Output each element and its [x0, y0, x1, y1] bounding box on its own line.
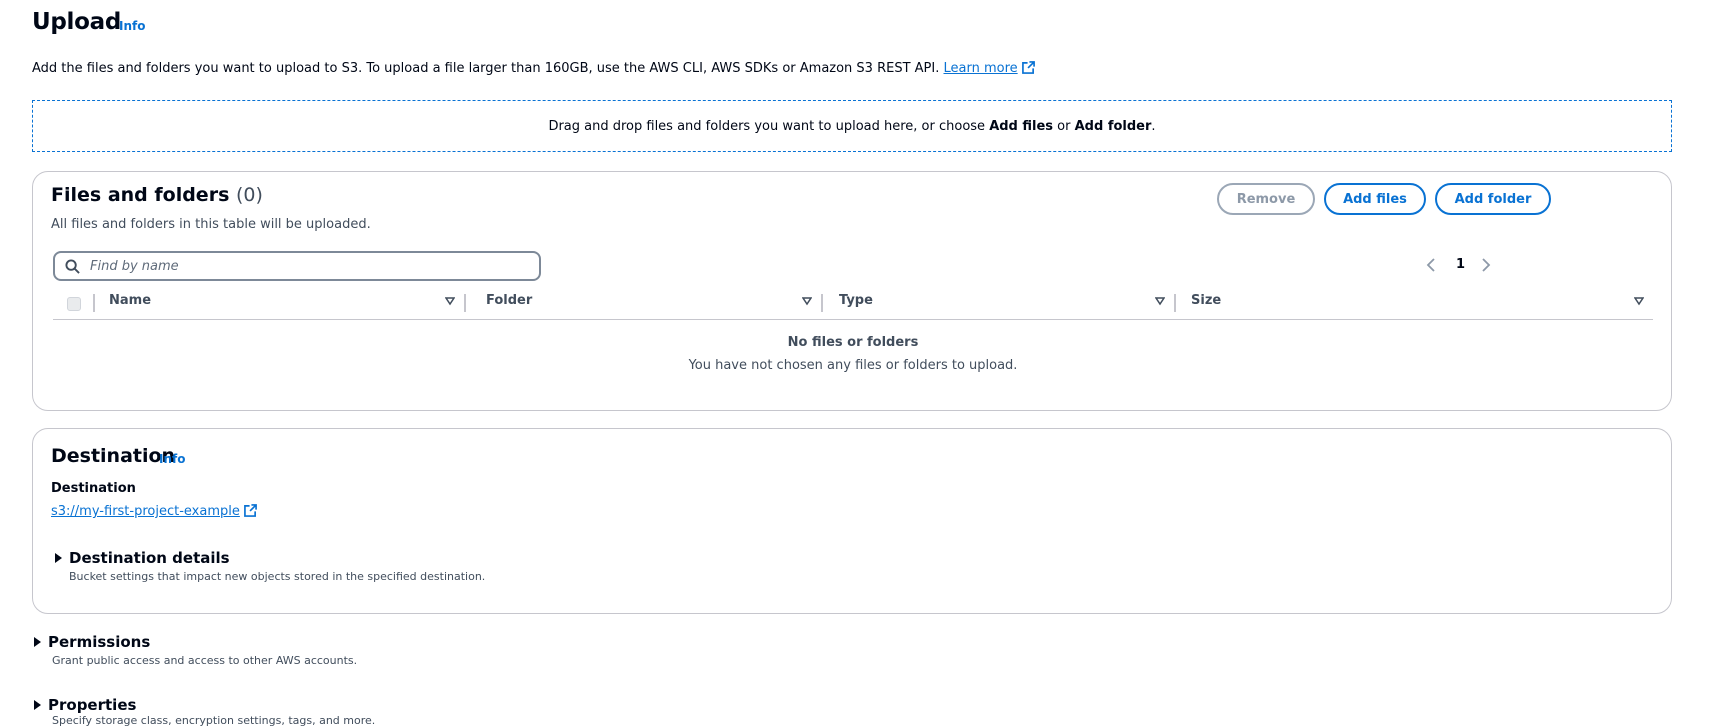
caret-right-icon — [34, 637, 41, 647]
column-separator — [464, 294, 466, 312]
remove-button[interactable]: Remove — [1217, 183, 1315, 215]
column-separator — [93, 294, 95, 312]
upload-dropzone[interactable]: Drag and drop files and folders you want… — [32, 100, 1672, 152]
column-separator — [1174, 294, 1176, 312]
files-count: (0) — [236, 184, 263, 206]
destination-url-link[interactable]: s3://my-first-project-example — [51, 504, 257, 519]
sort-icon[interactable] — [1634, 296, 1644, 306]
add-files-button[interactable]: Add files — [1324, 183, 1426, 215]
empty-state-description: You have not chosen any files or folders… — [688, 358, 1018, 373]
column-separator — [821, 294, 823, 312]
column-header-name[interactable]: Name — [109, 293, 151, 308]
destination-label: Destination — [51, 481, 136, 496]
properties-toggle[interactable]: Properties — [34, 695, 136, 714]
destination-info-link[interactable]: Info — [159, 452, 185, 466]
external-link-icon — [243, 504, 257, 517]
caret-right-icon — [55, 553, 62, 563]
permissions-toggle[interactable]: Permissions — [34, 632, 150, 651]
search-icon — [65, 258, 80, 274]
files-subtitle: All files and folders in this table will… — [51, 217, 371, 232]
column-header-size[interactable]: Size — [1191, 293, 1221, 308]
page-number[interactable]: 1 — [1456, 257, 1465, 272]
learn-more-link[interactable]: Learn more — [944, 61, 1035, 76]
chevron-left-icon[interactable] — [1426, 257, 1438, 272]
permissions-description: Grant public access and access to other … — [52, 654, 358, 667]
properties-title: Properties — [48, 696, 137, 714]
sort-icon[interactable] — [1155, 296, 1165, 306]
files-and-folders-panel: Files and folders (0) All files and fold… — [32, 171, 1672, 411]
search-placeholder: Find by name — [90, 258, 179, 274]
intro-text: Add the files and folders you want to up… — [32, 61, 1035, 76]
dropzone-add-folder: Add folder — [1074, 118, 1152, 134]
external-link-icon — [1021, 61, 1035, 74]
dropzone-text: Drag and drop files and folders you want… — [548, 118, 990, 134]
page-title: Upload — [32, 9, 122, 35]
files-title-text: Files and folders — [51, 184, 230, 206]
table-header-divider — [53, 319, 1653, 320]
column-header-folder[interactable]: Folder — [486, 293, 532, 308]
sort-icon[interactable] — [445, 296, 455, 306]
destination-title: Destination — [51, 445, 176, 467]
upload-info-link[interactable]: Info — [119, 19, 145, 33]
add-folder-button[interactable]: Add folder — [1435, 183, 1551, 215]
dropzone-period: . — [1151, 118, 1156, 134]
select-all-checkbox[interactable] — [67, 297, 81, 311]
column-header-type[interactable]: Type — [839, 293, 873, 308]
permissions-title: Permissions — [48, 633, 151, 651]
dropzone-add-files: Add files — [989, 118, 1054, 134]
chevron-right-icon[interactable] — [1479, 257, 1491, 272]
sort-icon[interactable] — [802, 296, 812, 306]
destination-panel: Destination Info Destination s3://my-fir… — [32, 428, 1672, 614]
caret-right-icon — [34, 700, 41, 710]
destination-details-description: Bucket settings that impact new objects … — [69, 570, 486, 583]
dropzone-or: or — [1053, 118, 1075, 134]
empty-state-title: No files or folders — [787, 335, 919, 350]
files-panel-title: Files and folders (0) — [51, 184, 263, 206]
destination-details-toggle[interactable]: Destination details — [55, 548, 230, 567]
intro-description: Add the files and folders you want to up… — [32, 61, 940, 76]
pagination: 1 — [1426, 257, 1491, 272]
destination-details-title: Destination details — [69, 549, 230, 567]
search-input[interactable]: Find by name — [53, 251, 541, 281]
